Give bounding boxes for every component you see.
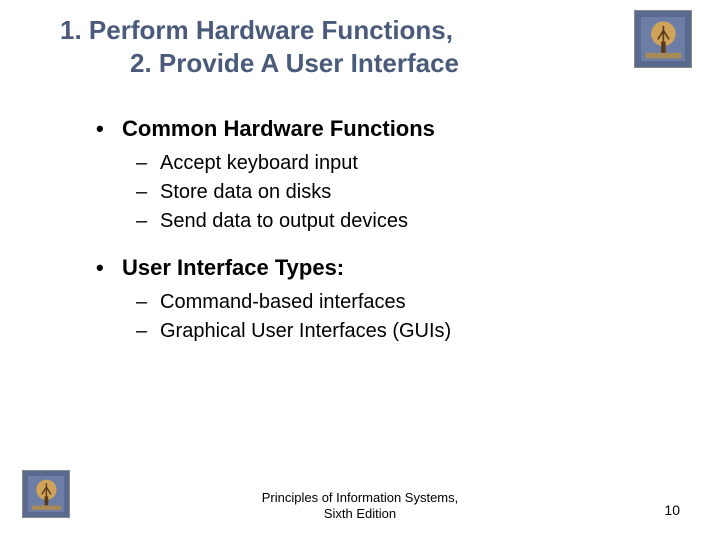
footer-line-1: Principles of Information Systems, [262,490,459,505]
slide-title-block: 1. Perform Hardware Functions, 2. Provid… [60,14,624,79]
bullet-sub: Accept keyboard input [96,150,660,177]
slide: 1. Perform Hardware Functions, 2. Provid… [0,0,720,540]
bullet-sub: Send data to output devices [96,208,660,235]
slide-title: 1. Perform Hardware Functions, 2. Provid… [60,14,624,79]
title-line-1: 1. Perform Hardware Functions, [60,15,453,45]
bullet-sub: Command-based interfaces [96,289,660,316]
tree-logo-icon [634,10,692,68]
page-number: 10 [664,502,680,518]
slide-footer: Principles of Information Systems, Sixth… [0,490,720,523]
bullet-heading: User Interface Types: [96,255,660,281]
footer-line-2: Sixth Edition [324,506,396,521]
title-line-2: 2. Provide A User Interface [60,47,624,80]
slide-body: Common Hardware Functions Accept keyboar… [96,116,660,347]
bullet-heading: Common Hardware Functions [96,116,660,142]
bullet-sub: Store data on disks [96,179,660,206]
bullet-group-1: Common Hardware Functions Accept keyboar… [96,116,660,235]
bullet-sub: Graphical User Interfaces (GUIs) [96,318,660,345]
bullet-group-2: User Interface Types: Command-based inte… [96,255,660,345]
